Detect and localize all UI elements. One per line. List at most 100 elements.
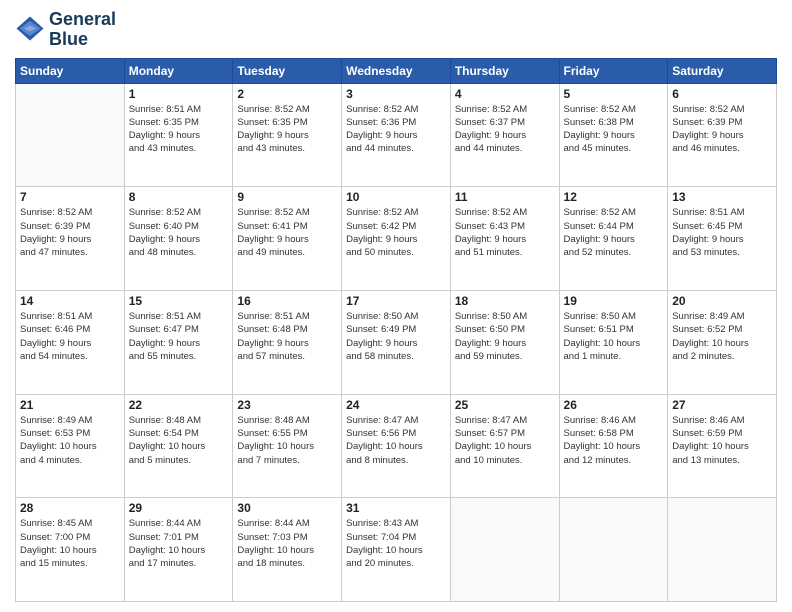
day-number: 16 <box>237 294 337 308</box>
day-number: 23 <box>237 398 337 412</box>
cal-cell: 18Sunrise: 8:50 AMSunset: 6:50 PMDayligh… <box>450 290 559 394</box>
cal-cell: 23Sunrise: 8:48 AMSunset: 6:55 PMDayligh… <box>233 394 342 498</box>
day-number: 20 <box>672 294 772 308</box>
day-number: 29 <box>129 501 229 515</box>
cal-cell: 1Sunrise: 8:51 AMSunset: 6:35 PMDaylight… <box>124 83 233 187</box>
cal-cell: 9 Sunrise: 8:52 AMSunset: 6:41 PMDaylight… <box>233 187 342 291</box>
day-number: 28 <box>20 501 120 515</box>
day-header-saturday: Saturday <box>668 58 777 83</box>
cell-info: Sunrise: 8:43 AMSunset: 7:04 PMDaylight:… <box>346 517 446 570</box>
week-row-1: 1Sunrise: 8:51 AMSunset: 6:35 PMDaylight… <box>16 83 777 187</box>
cell-info: Sunrise: 8:46 AMSunset: 6:58 PMDaylight:… <box>564 414 664 467</box>
cell-info: Sunrise: 8:52 AMSunset: 6:36 PMDaylight:… <box>346 103 446 156</box>
day-number: 6 <box>672 87 772 101</box>
day-number: 17 <box>346 294 446 308</box>
week-row-2: 7Sunrise: 8:52 AMSunset: 6:39 PMDaylight… <box>16 187 777 291</box>
cal-cell: 25 Sunrise: 8:47 AMSunset: 6:57 PMDayligh… <box>450 394 559 498</box>
cal-cell: 11 Sunrise: 8:52 AMSunset: 6:43 PMDayligh… <box>450 187 559 291</box>
cell-info: Sunrise: 8:50 AMSunset: 6:49 PMDaylight:… <box>346 310 446 363</box>
cell-info: Sunrise: 8:45 AMSunset: 7:00 PMDaylight:… <box>20 517 120 570</box>
week-row-4: 21 Sunrise: 8:49 AMSunset: 6:53 PMDayligh… <box>16 394 777 498</box>
day-number: 9 <box>237 190 337 204</box>
day-header-thursday: Thursday <box>450 58 559 83</box>
cal-cell: 17 Sunrise: 8:50 AMSunset: 6:49 PMDayligh… <box>342 290 451 394</box>
page: General Blue SundayMondayTuesdayWednesda… <box>0 0 792 612</box>
cal-cell: 12 Sunrise: 8:52 AMSunset: 6:44 PMDayligh… <box>559 187 668 291</box>
day-number: 11 <box>455 190 555 204</box>
cell-info: Sunrise: 8:51 AMSunset: 6:48 PMDaylight:… <box>237 310 337 363</box>
cal-cell <box>450 498 559 602</box>
cell-info: Sunrise: 8:52 AMSunset: 6:44 PMDaylight:… <box>564 206 664 259</box>
cal-cell: 31 Sunrise: 8:43 AMSunset: 7:04 PMDayligh… <box>342 498 451 602</box>
cal-cell: 4Sunrise: 8:52 AMSunset: 6:37 PMDaylight… <box>450 83 559 187</box>
day-number: 7 <box>20 190 120 204</box>
day-number: 27 <box>672 398 772 412</box>
cell-info: Sunrise: 8:52 AMSunset: 6:43 PMDaylight:… <box>455 206 555 259</box>
cell-info: Sunrise: 8:46 AMSunset: 6:59 PMDaylight:… <box>672 414 772 467</box>
day-number: 12 <box>564 190 664 204</box>
cal-cell: 16 Sunrise: 8:51 AMSunset: 6:48 PMDayligh… <box>233 290 342 394</box>
cell-info: Sunrise: 8:47 AMSunset: 6:56 PMDaylight:… <box>346 414 446 467</box>
cell-info: Sunrise: 8:51 AMSunset: 6:45 PMDaylight:… <box>672 206 772 259</box>
cell-info: Sunrise: 8:47 AMSunset: 6:57 PMDaylight:… <box>455 414 555 467</box>
cal-cell: 24 Sunrise: 8:47 AMSunset: 6:56 PMDayligh… <box>342 394 451 498</box>
day-number: 15 <box>129 294 229 308</box>
logo-text: General Blue <box>49 10 116 50</box>
cal-cell: 8 Sunrise: 8:52 AMSunset: 6:40 PMDaylight… <box>124 187 233 291</box>
day-number: 13 <box>672 190 772 204</box>
cell-info: Sunrise: 8:49 AMSunset: 6:53 PMDaylight:… <box>20 414 120 467</box>
day-header-wednesday: Wednesday <box>342 58 451 83</box>
logo-icon <box>15 15 45 45</box>
day-header-monday: Monday <box>124 58 233 83</box>
day-number: 25 <box>455 398 555 412</box>
cal-cell: 28 Sunrise: 8:45 AMSunset: 7:00 PMDayligh… <box>16 498 125 602</box>
day-number: 24 <box>346 398 446 412</box>
cal-cell: 5 Sunrise: 8:52 AMSunset: 6:38 PMDaylight… <box>559 83 668 187</box>
day-header-sunday: Sunday <box>16 58 125 83</box>
cal-cell: 15 Sunrise: 8:51 AMSunset: 6:47 PMDayligh… <box>124 290 233 394</box>
day-header-friday: Friday <box>559 58 668 83</box>
cal-cell <box>559 498 668 602</box>
cal-cell: 27 Sunrise: 8:46 AMSunset: 6:59 PMDayligh… <box>668 394 777 498</box>
cal-cell: 14 Sunrise: 8:51 AMSunset: 6:46 PMDayligh… <box>16 290 125 394</box>
cell-info: Sunrise: 8:52 AMSunset: 6:42 PMDaylight:… <box>346 206 446 259</box>
cell-info: Sunrise: 8:52 AMSunset: 6:39 PMDaylight:… <box>672 103 772 156</box>
cell-info: Sunrise: 8:44 AMSunset: 7:01 PMDaylight:… <box>129 517 229 570</box>
cal-cell: 10 Sunrise: 8:52 AMSunset: 6:42 PMDayligh… <box>342 187 451 291</box>
cell-info: Sunrise: 8:52 AMSunset: 6:38 PMDaylight:… <box>564 103 664 156</box>
cell-info: Sunrise: 8:52 AMSunset: 6:41 PMDaylight:… <box>237 206 337 259</box>
day-number: 4 <box>455 87 555 101</box>
day-number: 21 <box>20 398 120 412</box>
cell-info: Sunrise: 8:50 AMSunset: 6:50 PMDaylight:… <box>455 310 555 363</box>
cell-info: Sunrise: 8:50 AMSunset: 6:51 PMDaylight:… <box>564 310 664 363</box>
day-number: 10 <box>346 190 446 204</box>
cell-info: Sunrise: 8:44 AMSunset: 7:03 PMDaylight:… <box>237 517 337 570</box>
day-number: 31 <box>346 501 446 515</box>
cal-cell <box>668 498 777 602</box>
cell-info: Sunrise: 8:49 AMSunset: 6:52 PMDaylight:… <box>672 310 772 363</box>
day-header-tuesday: Tuesday <box>233 58 342 83</box>
cell-info: Sunrise: 8:51 AMSunset: 6:46 PMDaylight:… <box>20 310 120 363</box>
cal-cell: 26 Sunrise: 8:46 AMSunset: 6:58 PMDayligh… <box>559 394 668 498</box>
cell-info: Sunrise: 8:52 AMSunset: 6:40 PMDaylight:… <box>129 206 229 259</box>
cal-cell: 6 Sunrise: 8:52 AMSunset: 6:39 PMDaylight… <box>668 83 777 187</box>
cal-cell: 19Sunrise: 8:50 AMSunset: 6:51 PMDayligh… <box>559 290 668 394</box>
cell-info: Sunrise: 8:51 AMSunset: 6:35 PMDaylight:… <box>129 103 229 156</box>
cal-cell: 22 Sunrise: 8:48 AMSunset: 6:54 PMDayligh… <box>124 394 233 498</box>
day-number: 2 <box>237 87 337 101</box>
cal-cell: 7Sunrise: 8:52 AMSunset: 6:39 PMDaylight… <box>16 187 125 291</box>
cal-cell: 30Sunrise: 8:44 AMSunset: 7:03 PMDayligh… <box>233 498 342 602</box>
day-number: 14 <box>20 294 120 308</box>
day-number: 8 <box>129 190 229 204</box>
cal-cell: 3 Sunrise: 8:52 AMSunset: 6:36 PMDaylight… <box>342 83 451 187</box>
cell-info: Sunrise: 8:48 AMSunset: 6:54 PMDaylight:… <box>129 414 229 467</box>
day-number: 3 <box>346 87 446 101</box>
cal-cell: 20 Sunrise: 8:49 AMSunset: 6:52 PMDayligh… <box>668 290 777 394</box>
day-number: 26 <box>564 398 664 412</box>
cal-cell: 29 Sunrise: 8:44 AMSunset: 7:01 PMDayligh… <box>124 498 233 602</box>
day-number: 22 <box>129 398 229 412</box>
header: General Blue <box>15 10 777 50</box>
calendar-table: SundayMondayTuesdayWednesdayThursdayFrid… <box>15 58 777 602</box>
day-number: 5 <box>564 87 664 101</box>
cell-info: Sunrise: 8:51 AMSunset: 6:47 PMDaylight:… <box>129 310 229 363</box>
